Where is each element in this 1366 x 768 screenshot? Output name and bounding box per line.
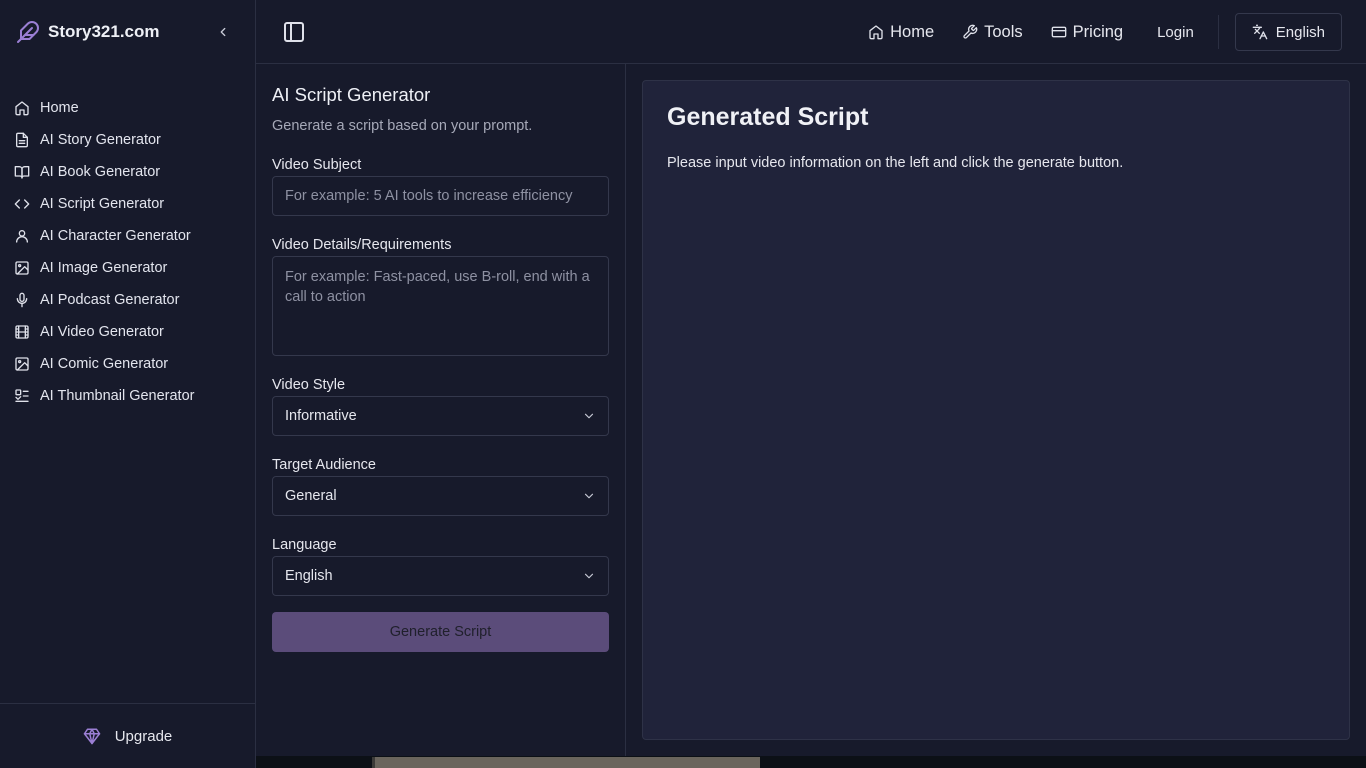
home-icon <box>869 25 883 40</box>
chevron-down-icon <box>584 413 594 419</box>
upgrade-label: Upgrade <box>114 727 173 745</box>
image-icon <box>15 261 29 275</box>
chevron-down-icon <box>584 573 594 579</box>
sidebar-item-label: AI Book Generator <box>40 164 161 180</box>
mic-icon <box>16 292 28 308</box>
video-details-label: Video Details/Requirements <box>272 237 452 253</box>
generated-script-panel: Generated Script Please input video info… <box>642 80 1350 740</box>
sidebar-item-label: AI Video Generator <box>40 324 164 340</box>
brand-logo[interactable]: Story321.com <box>16 20 160 44</box>
sidebar-item-label: AI Thumbnail Generator <box>40 388 195 404</box>
background-decoration <box>372 757 760 768</box>
sidebar-item-label: AI Podcast Generator <box>40 292 180 308</box>
chevron-down-icon <box>584 493 594 499</box>
sidebar-item-image-generator[interactable]: AI Image Generator <box>0 252 255 284</box>
sidebar: Story321.com Home AI Story Generator AI … <box>0 0 256 768</box>
target-audience-select[interactable]: General <box>272 476 609 516</box>
target-audience-value: General <box>285 488 337 504</box>
target-audience-label: Target Audience <box>272 457 376 473</box>
form-subtitle: Generate a script based on your prompt. <box>272 118 533 134</box>
sidebar-item-label: AI Story Generator <box>40 132 161 148</box>
thumbnail-icon <box>15 389 29 402</box>
sidebar-panel-icon <box>284 22 304 42</box>
brand-name: Story321.com <box>48 22 160 41</box>
language-value: English <box>285 568 333 584</box>
credit-card-icon <box>1051 26 1066 38</box>
form-title: AI Script Generator <box>272 84 431 105</box>
sidebar-item-script-generator[interactable]: AI Script Generator <box>0 188 255 220</box>
file-text-icon <box>16 132 28 148</box>
sidebar-item-label: Home <box>40 100 79 116</box>
top-header: Home Tools Pricing Login English <box>256 0 1366 64</box>
sidebar-item-video-generator[interactable]: AI Video Generator <box>0 316 255 348</box>
sidebar-item-comic-generator[interactable]: AI Comic Generator <box>0 348 255 380</box>
panel-toggle-button[interactable] <box>282 20 306 44</box>
top-nav: Home Tools Pricing Login English <box>854 0 1366 64</box>
language-switcher[interactable]: English <box>1234 13 1342 51</box>
nav-tools-link[interactable]: Tools <box>948 23 1037 42</box>
gem-icon <box>83 728 100 745</box>
header-divider <box>1217 15 1219 49</box>
sidebar-footer: Upgrade <box>0 703 255 768</box>
home-icon <box>15 101 29 116</box>
nav-pricing-label: Pricing <box>1072 22 1124 41</box>
collapse-sidebar-button[interactable] <box>213 22 233 42</box>
generate-script-button[interactable]: Generate Script <box>272 612 609 652</box>
video-style-select[interactable]: Informative <box>272 396 609 436</box>
language-label: English <box>1275 23 1325 41</box>
sidebar-item-character-generator[interactable]: AI Character Generator <box>0 220 255 252</box>
sidebar-item-story-generator[interactable]: AI Story Generator <box>0 124 255 156</box>
output-placeholder-message: Please input video information on the le… <box>667 155 1124 171</box>
feather-icon <box>17 21 39 43</box>
video-style-value: Informative <box>285 408 357 424</box>
nav-home-link[interactable]: Home <box>854 23 948 42</box>
book-open-icon <box>14 166 30 179</box>
film-icon <box>15 325 29 339</box>
output-title: Generated Script <box>667 103 869 131</box>
image-icon <box>15 357 29 371</box>
language-field-label: Language <box>272 537 337 553</box>
sidebar-item-label: AI Script Generator <box>40 196 165 212</box>
script-form-panel: AI Script Generator Generate a script ba… <box>256 64 626 768</box>
app: Story321.com Home AI Story Generator AI … <box>0 0 1366 768</box>
sidebar-nav: Home AI Story Generator AI Book Generato… <box>0 92 255 412</box>
sidebar-item-label: AI Character Generator <box>40 228 191 244</box>
sidebar-item-label: AI Image Generator <box>40 260 168 276</box>
video-style-label: Video Style <box>272 377 346 393</box>
upgrade-button[interactable]: Upgrade <box>83 727 173 745</box>
video-subject-label: Video Subject <box>272 157 362 173</box>
sidebar-item-home[interactable]: Home <box>0 92 255 124</box>
sidebar-item-thumbnail-generator[interactable]: AI Thumbnail Generator <box>0 380 255 412</box>
nav-tools-label: Tools <box>984 22 1023 41</box>
language-select[interactable]: English <box>272 556 609 596</box>
user-icon <box>16 230 28 243</box>
login-link[interactable]: Login <box>1157 24 1194 41</box>
video-details-textarea[interactable] <box>272 256 609 356</box>
code-icon <box>14 199 30 209</box>
chevron-left-icon <box>220 27 226 37</box>
nav-home-label: Home <box>890 22 935 41</box>
sidebar-item-label: AI Comic Generator <box>40 356 169 372</box>
sidebar-item-podcast-generator[interactable]: AI Podcast Generator <box>0 284 255 316</box>
nav-pricing-link[interactable]: Pricing <box>1037 23 1137 42</box>
sidebar-item-book-generator[interactable]: AI Book Generator <box>0 156 255 188</box>
video-subject-input[interactable] <box>272 176 609 216</box>
translate-icon <box>1252 24 1268 40</box>
wrench-icon <box>963 24 978 39</box>
